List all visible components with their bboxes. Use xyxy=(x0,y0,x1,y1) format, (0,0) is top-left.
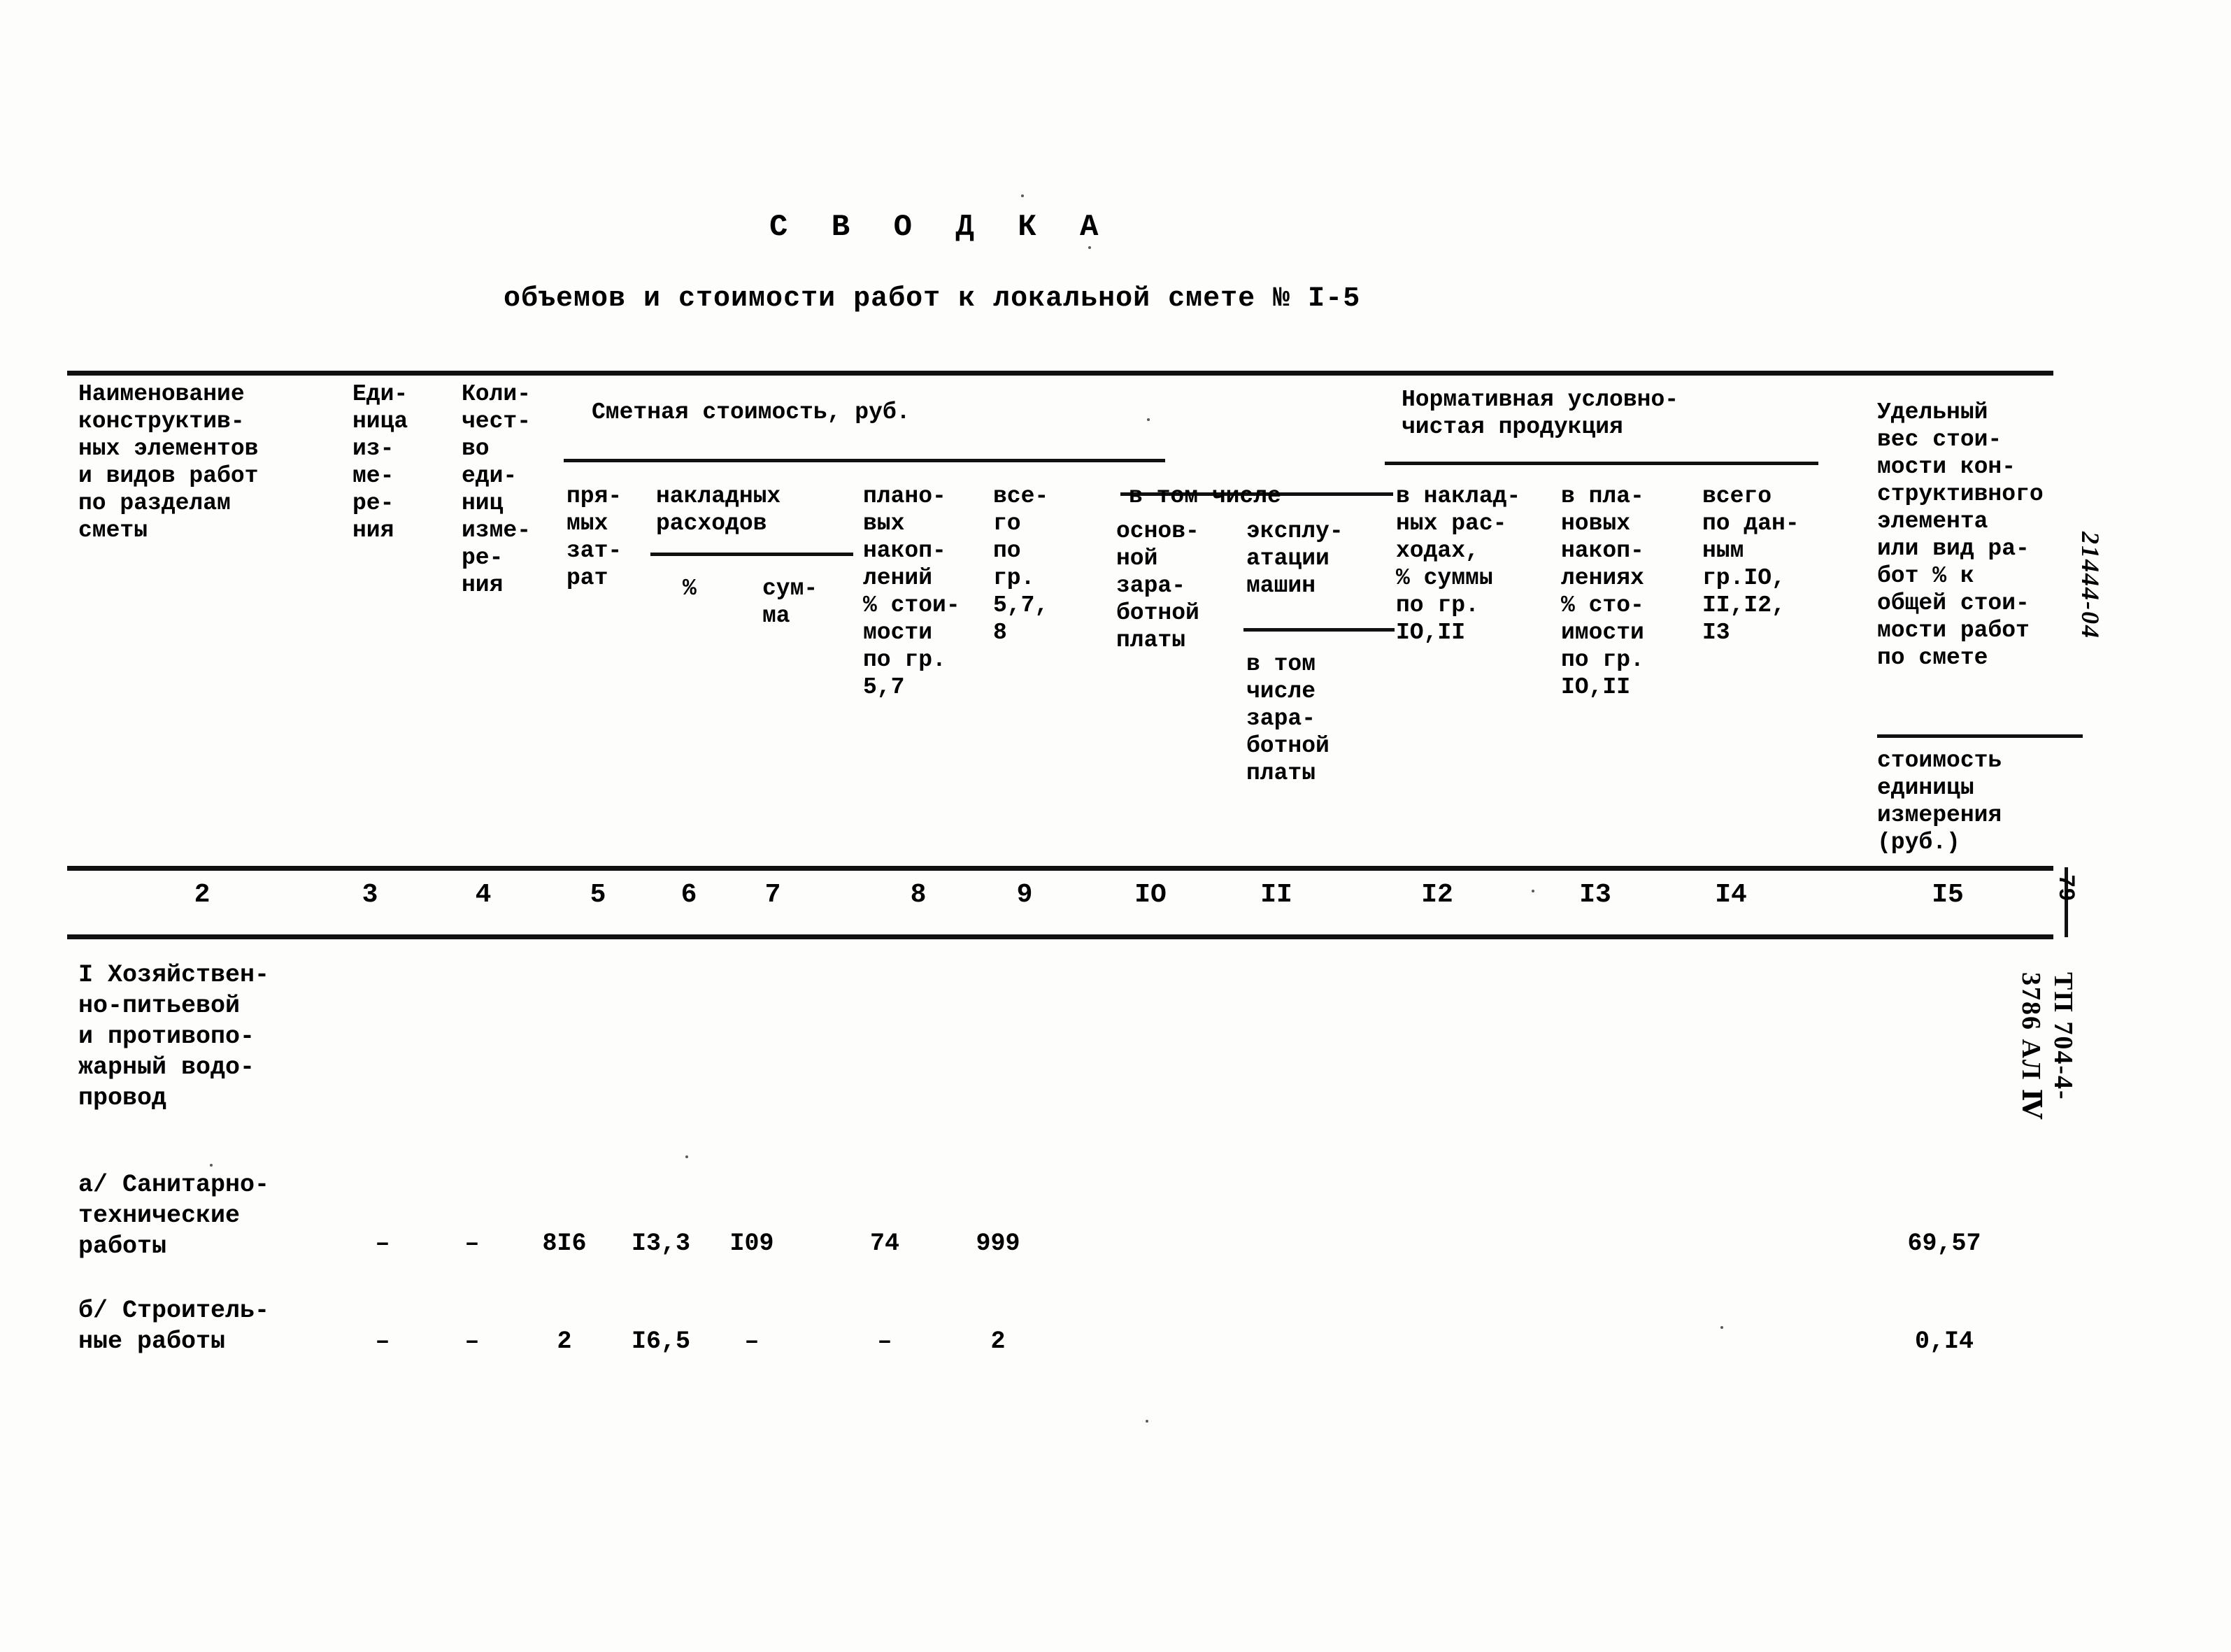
header-col5: пря- мых зат- рат xyxy=(566,483,622,591)
header-col13: в пла- новых накоп- лениях % сто- имости… xyxy=(1561,483,1644,700)
colnum-7: 7 xyxy=(764,880,781,910)
colnum-11: II xyxy=(1260,880,1292,910)
nakladnyh-group-rule xyxy=(650,553,853,556)
colnum-12: I2 xyxy=(1421,880,1453,910)
header-col8: плано- вых накоп- лений % стои- мости по… xyxy=(863,483,960,700)
header-col4: Коли- чест- во еди- ниц изме- ре- ния xyxy=(462,381,532,598)
header-col6: % xyxy=(683,576,697,601)
colnum-6: 6 xyxy=(680,880,697,910)
table-row-b-col8: – xyxy=(877,1327,892,1355)
table-row-b-col9: 2 xyxy=(990,1327,1006,1355)
header-group-vtomchisle: в том числе xyxy=(1129,483,1281,509)
colnum-9: 9 xyxy=(1016,880,1033,910)
header-group-smetnaya: Сметная стоимость, руб. xyxy=(592,399,911,425)
page-number: 79 xyxy=(2053,874,2079,902)
table-row-a-col4: – xyxy=(464,1230,480,1258)
scan-speck xyxy=(1720,1326,1723,1329)
header-col11-machines: эксплу- атации машин xyxy=(1246,518,1343,599)
colnum-8: 8 xyxy=(910,880,927,910)
colnum-3: 3 xyxy=(362,880,378,910)
header-group-nchp: Нормативная условно- чистая продукция xyxy=(1402,387,1679,440)
header-group-nakladnyh: накладных расходов xyxy=(656,483,781,536)
header-col3: Еди- ница из- ме- ре- ния xyxy=(352,381,408,543)
col15-split-rule xyxy=(1877,734,2083,738)
header-col15-unit-cost: стоимость единицы измерения (руб.) xyxy=(1877,748,2002,855)
colnum-13: I3 xyxy=(1579,880,1611,910)
header-col12: в наклад- ных рас- ходах, % суммы по гр.… xyxy=(1396,483,1521,646)
table-row-a-col7: I09 xyxy=(729,1230,774,1258)
header-col7: сум- ма xyxy=(762,576,818,629)
table-row-section-name: I Хозяйствен- но-питьевой и противопо- ж… xyxy=(78,961,270,1112)
machines-subgroup-rule xyxy=(1243,628,1395,632)
scan-speck xyxy=(210,1164,213,1167)
table-row-a-col8: 74 xyxy=(869,1230,899,1258)
header-top-rule xyxy=(67,371,2053,376)
colnum-2: 2 xyxy=(194,880,211,910)
hand-annotation: 21444-04 xyxy=(2076,532,2104,639)
page-subtitle: объемов и стоимости работ к локальной см… xyxy=(504,283,1361,315)
scan-speck xyxy=(685,1155,688,1158)
scan-speck xyxy=(1147,418,1150,421)
scan-speck xyxy=(1021,194,1024,197)
table-row-a-col6: I3,3 xyxy=(631,1230,690,1258)
table-row-b-col3: – xyxy=(375,1327,390,1355)
scan-speck xyxy=(1532,890,1534,892)
scan-speck xyxy=(1088,246,1091,249)
header-col14: всего по дан- ным гр.IO, II,I2, I3 xyxy=(1702,483,1799,646)
colnum-bottom-rule xyxy=(67,934,2053,939)
header-bottom-rule xyxy=(67,866,2053,871)
table-row-b-col4: – xyxy=(464,1327,480,1355)
colnum-10: IO xyxy=(1134,880,1167,910)
header-col10: основ- ной зара- ботной платы xyxy=(1116,518,1199,653)
colnum-14: I4 xyxy=(1715,880,1747,910)
archive-code: ТП 704-4-3786 АЛ Ⅳ xyxy=(2016,972,2078,1120)
table-row-b-col7: – xyxy=(744,1327,760,1355)
scan-speck xyxy=(1146,1420,1148,1423)
smetnaya-group-rule xyxy=(564,459,1165,462)
header-col9: все- го по гр. 5,7, 8 xyxy=(993,483,1049,646)
colnum-5: 5 xyxy=(590,880,606,910)
table-row-a-col9: 999 xyxy=(976,1230,1020,1258)
table-row-a-col3: – xyxy=(375,1230,390,1258)
header-col15: Удельный вес стои- мости кон- структивно… xyxy=(1877,399,2044,671)
table-row-b-col5: 2 xyxy=(557,1327,572,1355)
nchp-group-rule xyxy=(1385,462,1818,465)
table-row-a-col15: 69,57 xyxy=(1907,1230,1981,1258)
table-row-b-col6: I6,5 xyxy=(631,1327,690,1355)
table-row-a-col5: 8I6 xyxy=(542,1230,587,1258)
colnum-15: I5 xyxy=(1932,880,1964,910)
header-col2: Наименование конструктив- ных элементов … xyxy=(78,381,259,543)
page-title: С В О Д К А xyxy=(769,210,1111,245)
colnum-4: 4 xyxy=(475,880,492,910)
table-row-b-col15: 0,I4 xyxy=(1914,1327,1974,1355)
scanned-page: С В О Д К А объемов и стоимости работ к … xyxy=(0,0,2231,1652)
header-col11-wages: в том числе зара- ботной платы xyxy=(1246,651,1330,786)
